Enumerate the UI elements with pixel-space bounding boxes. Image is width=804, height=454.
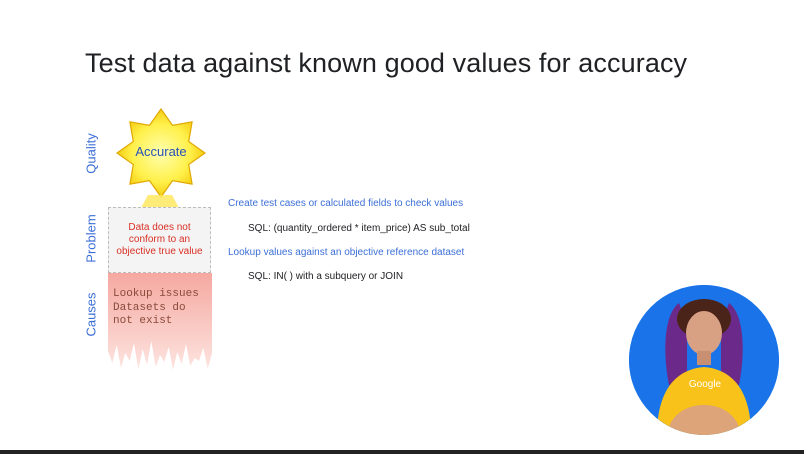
slide-title: Test data against known good values for … (85, 48, 688, 78)
shirt-logo: Google (688, 379, 722, 390)
accurate-badge-label: Accurate (135, 144, 187, 159)
presenter-video: Google (629, 285, 779, 435)
quality-label: Quality (83, 133, 99, 174)
note-lookup-values: Lookup values against an objective refer… (228, 247, 465, 258)
causes-description: Lookup issues Datasets do not exist (113, 288, 199, 327)
slide: Test data against known good values for … (0, 0, 804, 454)
note-sql-subtotal: SQL: (quantity_ordered * item_price) AS … (248, 223, 470, 234)
presenter-avatar (629, 285, 779, 435)
bottom-bar (0, 450, 804, 454)
problem-label: Problem (83, 214, 99, 263)
causes-label: Causes (83, 292, 99, 337)
note-test-cases: Create test cases or calculated fields t… (228, 198, 464, 209)
problem-description: Data does not conform to an objective tr… (116, 222, 203, 257)
note-sql-in: SQL: IN( ) with a subquery or JOIN (248, 271, 404, 282)
